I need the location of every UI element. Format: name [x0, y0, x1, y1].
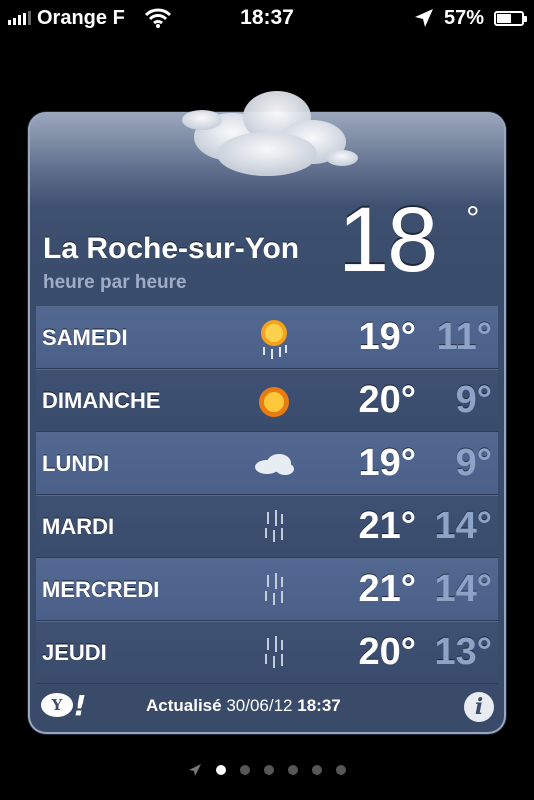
forecast-high: 21°	[358, 568, 416, 610]
page-dot	[240, 765, 250, 775]
location-arrow-icon	[189, 764, 201, 776]
card-footer: Y ! Actualisé 30/06/12 18:37 i	[28, 686, 506, 734]
forecast-low: 14°	[434, 568, 492, 610]
hourly-link[interactable]: heure par heure	[43, 272, 187, 294]
info-button[interactable]: i	[464, 692, 494, 722]
status-right: 57%	[414, 0, 527, 36]
page-indicator[interactable]	[0, 760, 534, 780]
page-dot	[288, 765, 298, 775]
forecast-high: 20°	[358, 631, 416, 673]
current-temperature-degree: °	[466, 200, 480, 238]
svg-text:!: !	[74, 690, 87, 720]
forecast-low: 14°	[434, 505, 492, 547]
page-dot	[336, 765, 346, 775]
forecast-day: JEUDI	[42, 639, 107, 665]
forecast-day: SAMEDI	[42, 324, 128, 350]
sun-icon	[259, 387, 289, 417]
forecast-row: DIMANCHE 20° 9°	[36, 369, 498, 432]
forecast-low: 9°	[455, 379, 492, 421]
rain-icon	[265, 573, 283, 605]
forecast-low: 9°	[455, 442, 492, 484]
forecast-high: 19°	[358, 316, 416, 358]
current-temperature: 18	[338, 189, 438, 291]
forecast-high: 19°	[358, 442, 416, 484]
yahoo-logo[interactable]: Y !	[40, 690, 88, 720]
forecast-low: 11°	[436, 316, 492, 358]
status-bar: Orange F 18:37 57%	[0, 0, 534, 36]
forecast-day: LUNDI	[42, 450, 110, 476]
forecast-high: 20°	[358, 379, 416, 421]
location-icon	[414, 9, 433, 27]
page-dot	[216, 765, 226, 775]
updated-label: Actualisé	[146, 696, 222, 715]
last-updated: Actualisé 30/06/12 18:37	[146, 696, 341, 716]
page-dot	[264, 765, 274, 775]
svg-text:Y: Y	[51, 696, 63, 714]
updated-time: 18:37	[297, 696, 341, 715]
forecast-row: LUNDI 19° 9°	[36, 432, 498, 495]
cloud-icon	[255, 454, 294, 475]
forecast-day: MARDI	[42, 513, 115, 539]
cloud-icon	[182, 91, 358, 176]
forecast-row: MARDI 21° 14°	[36, 495, 498, 558]
battery-icon	[494, 10, 527, 26]
forecast-row: SAMEDI 19° 11°	[36, 306, 498, 369]
forecast-row: JEUDI 20° 13°	[36, 621, 498, 684]
forecast-day: DIMANCHE	[42, 387, 161, 413]
forecast-row: MERCREDI 21° 14°	[36, 558, 498, 621]
forecast-high: 21°	[358, 505, 416, 547]
forecast-list: SAMEDI 19° 11° DIMANCHE 20° 9° LUNDI 19°…	[36, 306, 498, 684]
battery-percent: 57%	[443, 6, 484, 29]
sun-rain-icon	[261, 320, 287, 359]
updated-date: 30/06/12	[226, 696, 293, 715]
rain-icon	[265, 510, 283, 542]
rain-icon	[265, 636, 283, 668]
forecast-day: MERCREDI	[42, 576, 160, 602]
page-dot	[312, 765, 322, 775]
city-name: La Roche-sur-Yon	[43, 232, 300, 265]
forecast-low: 13°	[434, 631, 492, 673]
